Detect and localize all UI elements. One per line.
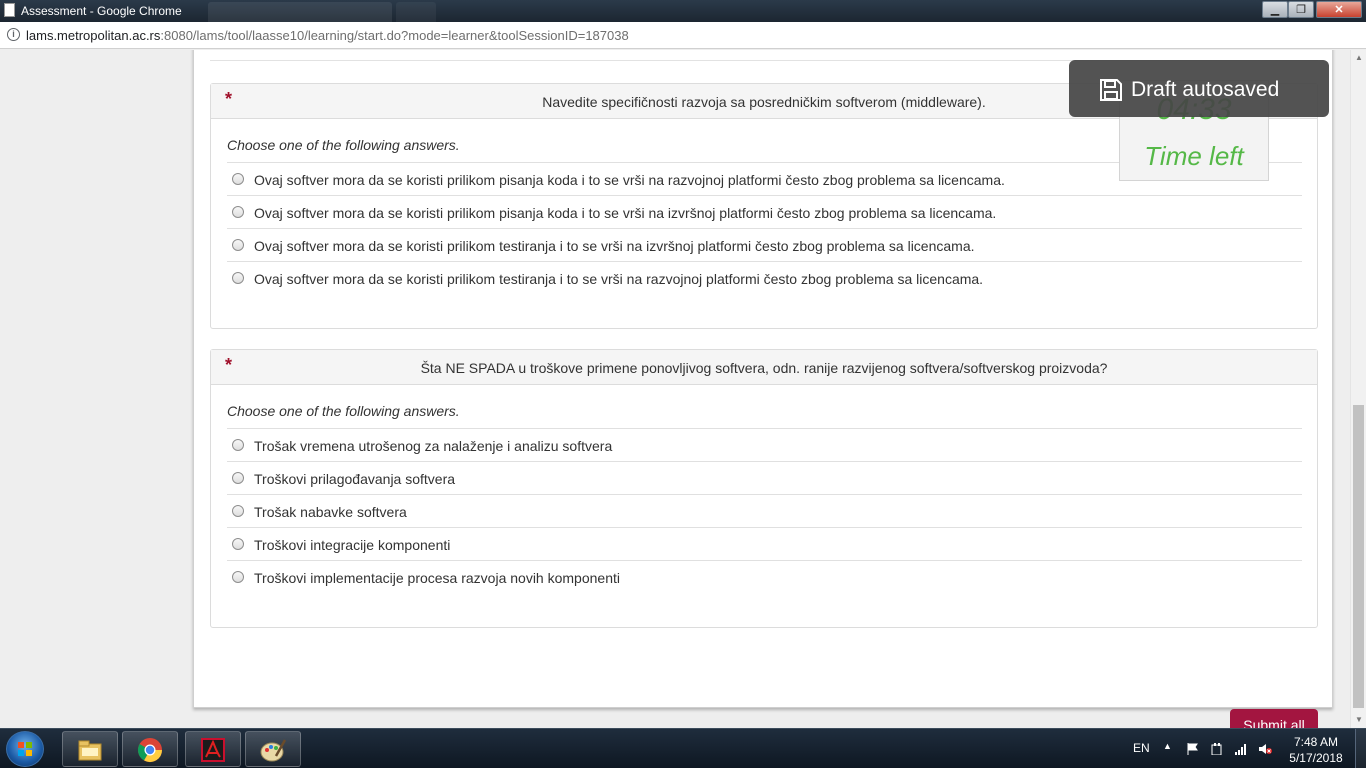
scroll-up-icon[interactable]: ▲ [1351,50,1366,66]
toast-message: Draft autosaved [1131,78,1280,101]
submit-all-button[interactable]: Submit all [1230,709,1318,728]
answer-option[interactable]: Troškovi implementacije procesa razvoja … [227,560,1302,593]
show-hidden-icons-icon[interactable]: ▲ [1163,741,1172,768]
answer-option[interactable]: Ovaj softver mora da se koristi prilikom… [227,228,1302,261]
radio-button[interactable] [232,472,244,484]
answer-option[interactable]: Troškovi prilagođavanja softvera [227,461,1302,494]
url-text[interactable]: lams.metropolitan.ac.rs:8080/lams/tool/l… [26,28,629,43]
question-card: * Šta NE SPADA u troškove primene ponovl… [210,349,1318,628]
radio-button[interactable] [232,173,244,185]
acrobat-icon [201,738,225,762]
close-button[interactable]: ✕ [1316,1,1362,18]
answer-label[interactable]: Troškovi integracije komponenti [254,537,450,553]
clock-time: 7:48 AM [1293,735,1339,749]
answer-label[interactable]: Troškovi implementacije procesa razvoja … [254,570,620,586]
radio-button[interactable] [232,206,244,218]
show-desktop-button[interactable] [1355,729,1366,768]
windows-taskbar: EN ▲ 7:48 AM 5/17/2018 [0,728,1366,768]
answer-option[interactable]: Ovaj softver mora da se koristi prilikom… [227,261,1302,294]
radio-button[interactable] [232,239,244,251]
answer-option[interactable]: Troškovi integracije komponenti [227,527,1302,560]
draft-autosaved-toast: Draft autosaved [1069,60,1329,117]
answer-option[interactable]: Ovaj softver mora da se koristi prilikom… [227,195,1302,228]
radio-button[interactable] [232,439,244,451]
question-header: * Šta NE SPADA u troškove primene ponovl… [211,350,1317,385]
scroll-thumb[interactable] [1353,405,1364,708]
chrome-icon [137,738,162,763]
answer-label[interactable]: Troškovi prilagođavanja softvera [254,471,455,487]
scroll-down-icon[interactable]: ▼ [1351,712,1366,728]
answer-label[interactable]: Trošak nabavke softvera [254,504,407,520]
url-host: lams.metropolitan.ac.rs [26,28,161,43]
radio-button[interactable] [232,505,244,517]
answer-label[interactable]: Ovaj softver mora da se koristi prilikom… [254,172,1005,188]
save-icon [1100,79,1122,101]
taskbar-paint[interactable] [245,731,301,767]
action-center-flag-icon[interactable] [1186,743,1200,755]
address-bar[interactable]: i lams.metropolitan.ac.rs:8080/lams/tool… [0,22,1366,49]
timer-label: Time left [1144,141,1244,171]
taskbar-acrobat[interactable] [185,731,241,767]
system-clock[interactable]: 7:48 AM 5/17/2018 [1286,734,1346,766]
answer-label[interactable]: Trošak vremena utrošenog za nalaženje i … [254,438,612,454]
maximize-button[interactable]: ❐ [1288,1,1314,18]
power-icon[interactable] [1210,743,1224,755]
browser-title-bar: Assessment - Google Chrome ▁ ❐ ✕ [0,0,1366,22]
window-title: Assessment - Google Chrome [21,4,182,18]
page-icon [4,3,15,17]
minimize-button[interactable]: ▁ [1262,1,1288,18]
answer-label[interactable]: Ovaj softver mora da se koristi prilikom… [254,205,996,221]
answer-option[interactable]: Trošak vremena utrošenog za nalaženje i … [227,428,1302,461]
radio-button[interactable] [232,538,244,550]
info-icon[interactable]: i [7,28,20,41]
answer-label[interactable]: Ovaj softver mora da se koristi prilikom… [254,238,975,254]
taskbar-explorer[interactable] [62,731,118,767]
question-text: Šta NE SPADA u troškove primene ponovlji… [420,360,1108,376]
new-tab-button[interactable] [396,2,436,22]
clock-date: 5/17/2018 [1289,751,1343,765]
volume-muted-icon[interactable] [1258,743,1272,755]
radio-button[interactable] [232,571,244,583]
page-scrollbar[interactable]: ▲ ▼ [1350,50,1366,728]
explorer-icon [78,740,102,761]
radio-button[interactable] [232,272,244,284]
answer-instruction: Choose one of the following answers. [227,403,460,419]
start-button[interactable] [6,731,44,767]
answer-option[interactable]: Trošak nabavke softvera [227,494,1302,527]
page-content: * Navedite specifičnosti razvoja sa posr… [0,50,1350,728]
taskbar-chrome[interactable] [122,731,178,767]
language-indicator[interactable]: EN [1133,741,1150,768]
answer-label[interactable]: Ovaj softver mora da se koristi prilikom… [254,271,983,287]
background-tab[interactable] [208,2,392,22]
paint-icon [260,739,287,762]
windows-logo-icon [18,742,32,756]
network-signal-icon[interactable] [1234,743,1248,755]
url-path: :8080/lams/tool/laasse10/learning/start.… [160,28,629,43]
